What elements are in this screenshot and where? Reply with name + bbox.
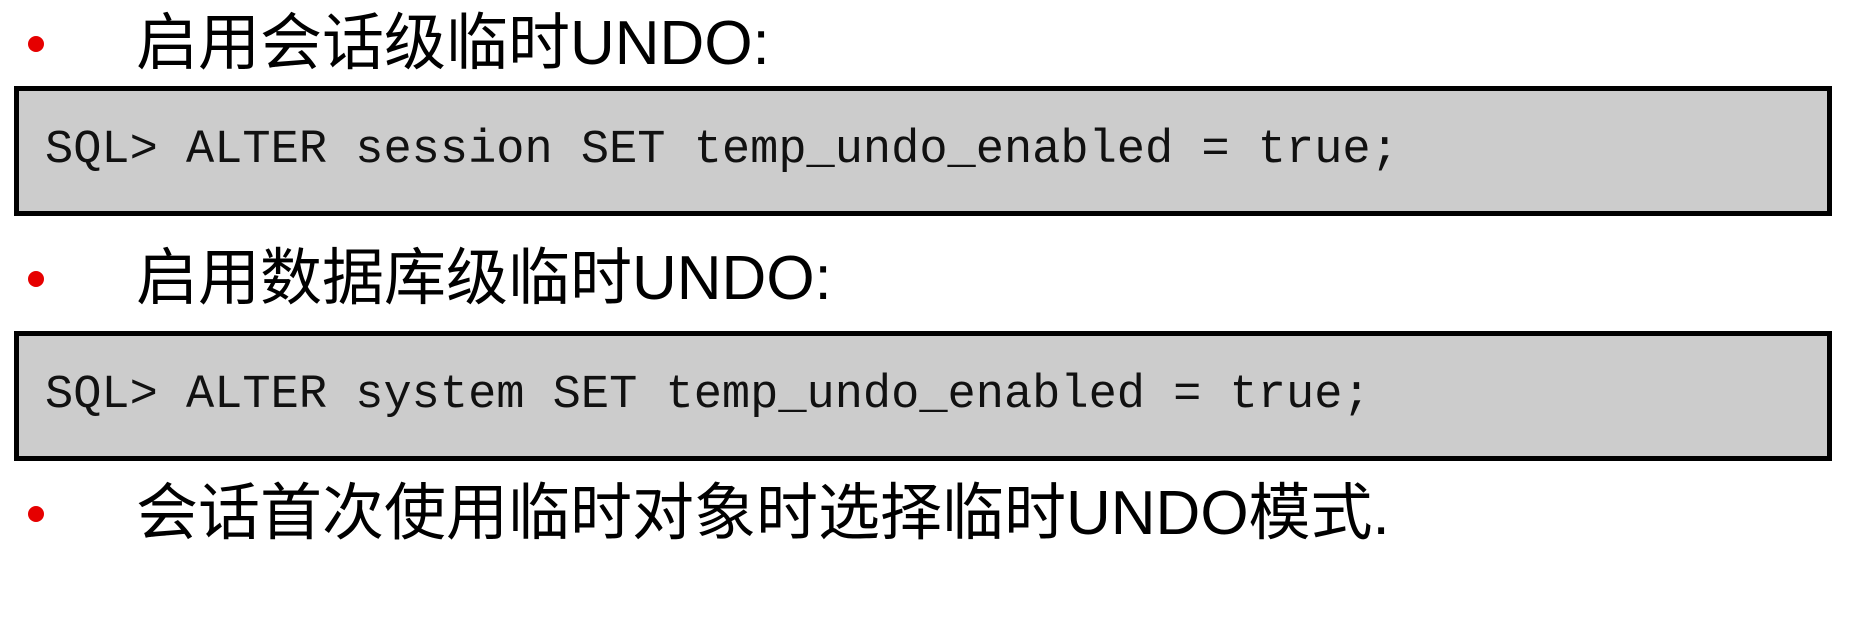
bullet-text: 启用数据库级临时UNDO:: [136, 244, 832, 313]
code-line: SQL> ALTER session SET temp_undo_enabled…: [45, 124, 1399, 177]
bullet-dot-icon: [28, 36, 44, 52]
bullet-text: 会话首次使用临时对象时选择临时UNDO模式.: [136, 479, 1390, 548]
code-block-session: SQL> ALTER session SET temp_undo_enabled…: [14, 86, 1832, 216]
code-line: SQL> ALTER system SET temp_undo_enabled …: [45, 369, 1371, 422]
bullet-item-session-undo: 启用会话级临时UNDO:: [0, 4, 1852, 84]
bullet-item-database-undo: 启用数据库级临时UNDO:: [0, 239, 1852, 319]
bullet-text: 启用会话级临时UNDO:: [136, 9, 770, 78]
bullet-dot-icon: [28, 506, 44, 522]
code-block-system: SQL> ALTER system SET temp_undo_enabled …: [14, 331, 1832, 461]
bullet-item-undo-mode: 会话首次使用临时对象时选择临时UNDO模式.: [0, 474, 1852, 554]
bullet-dot-icon: [28, 271, 44, 287]
